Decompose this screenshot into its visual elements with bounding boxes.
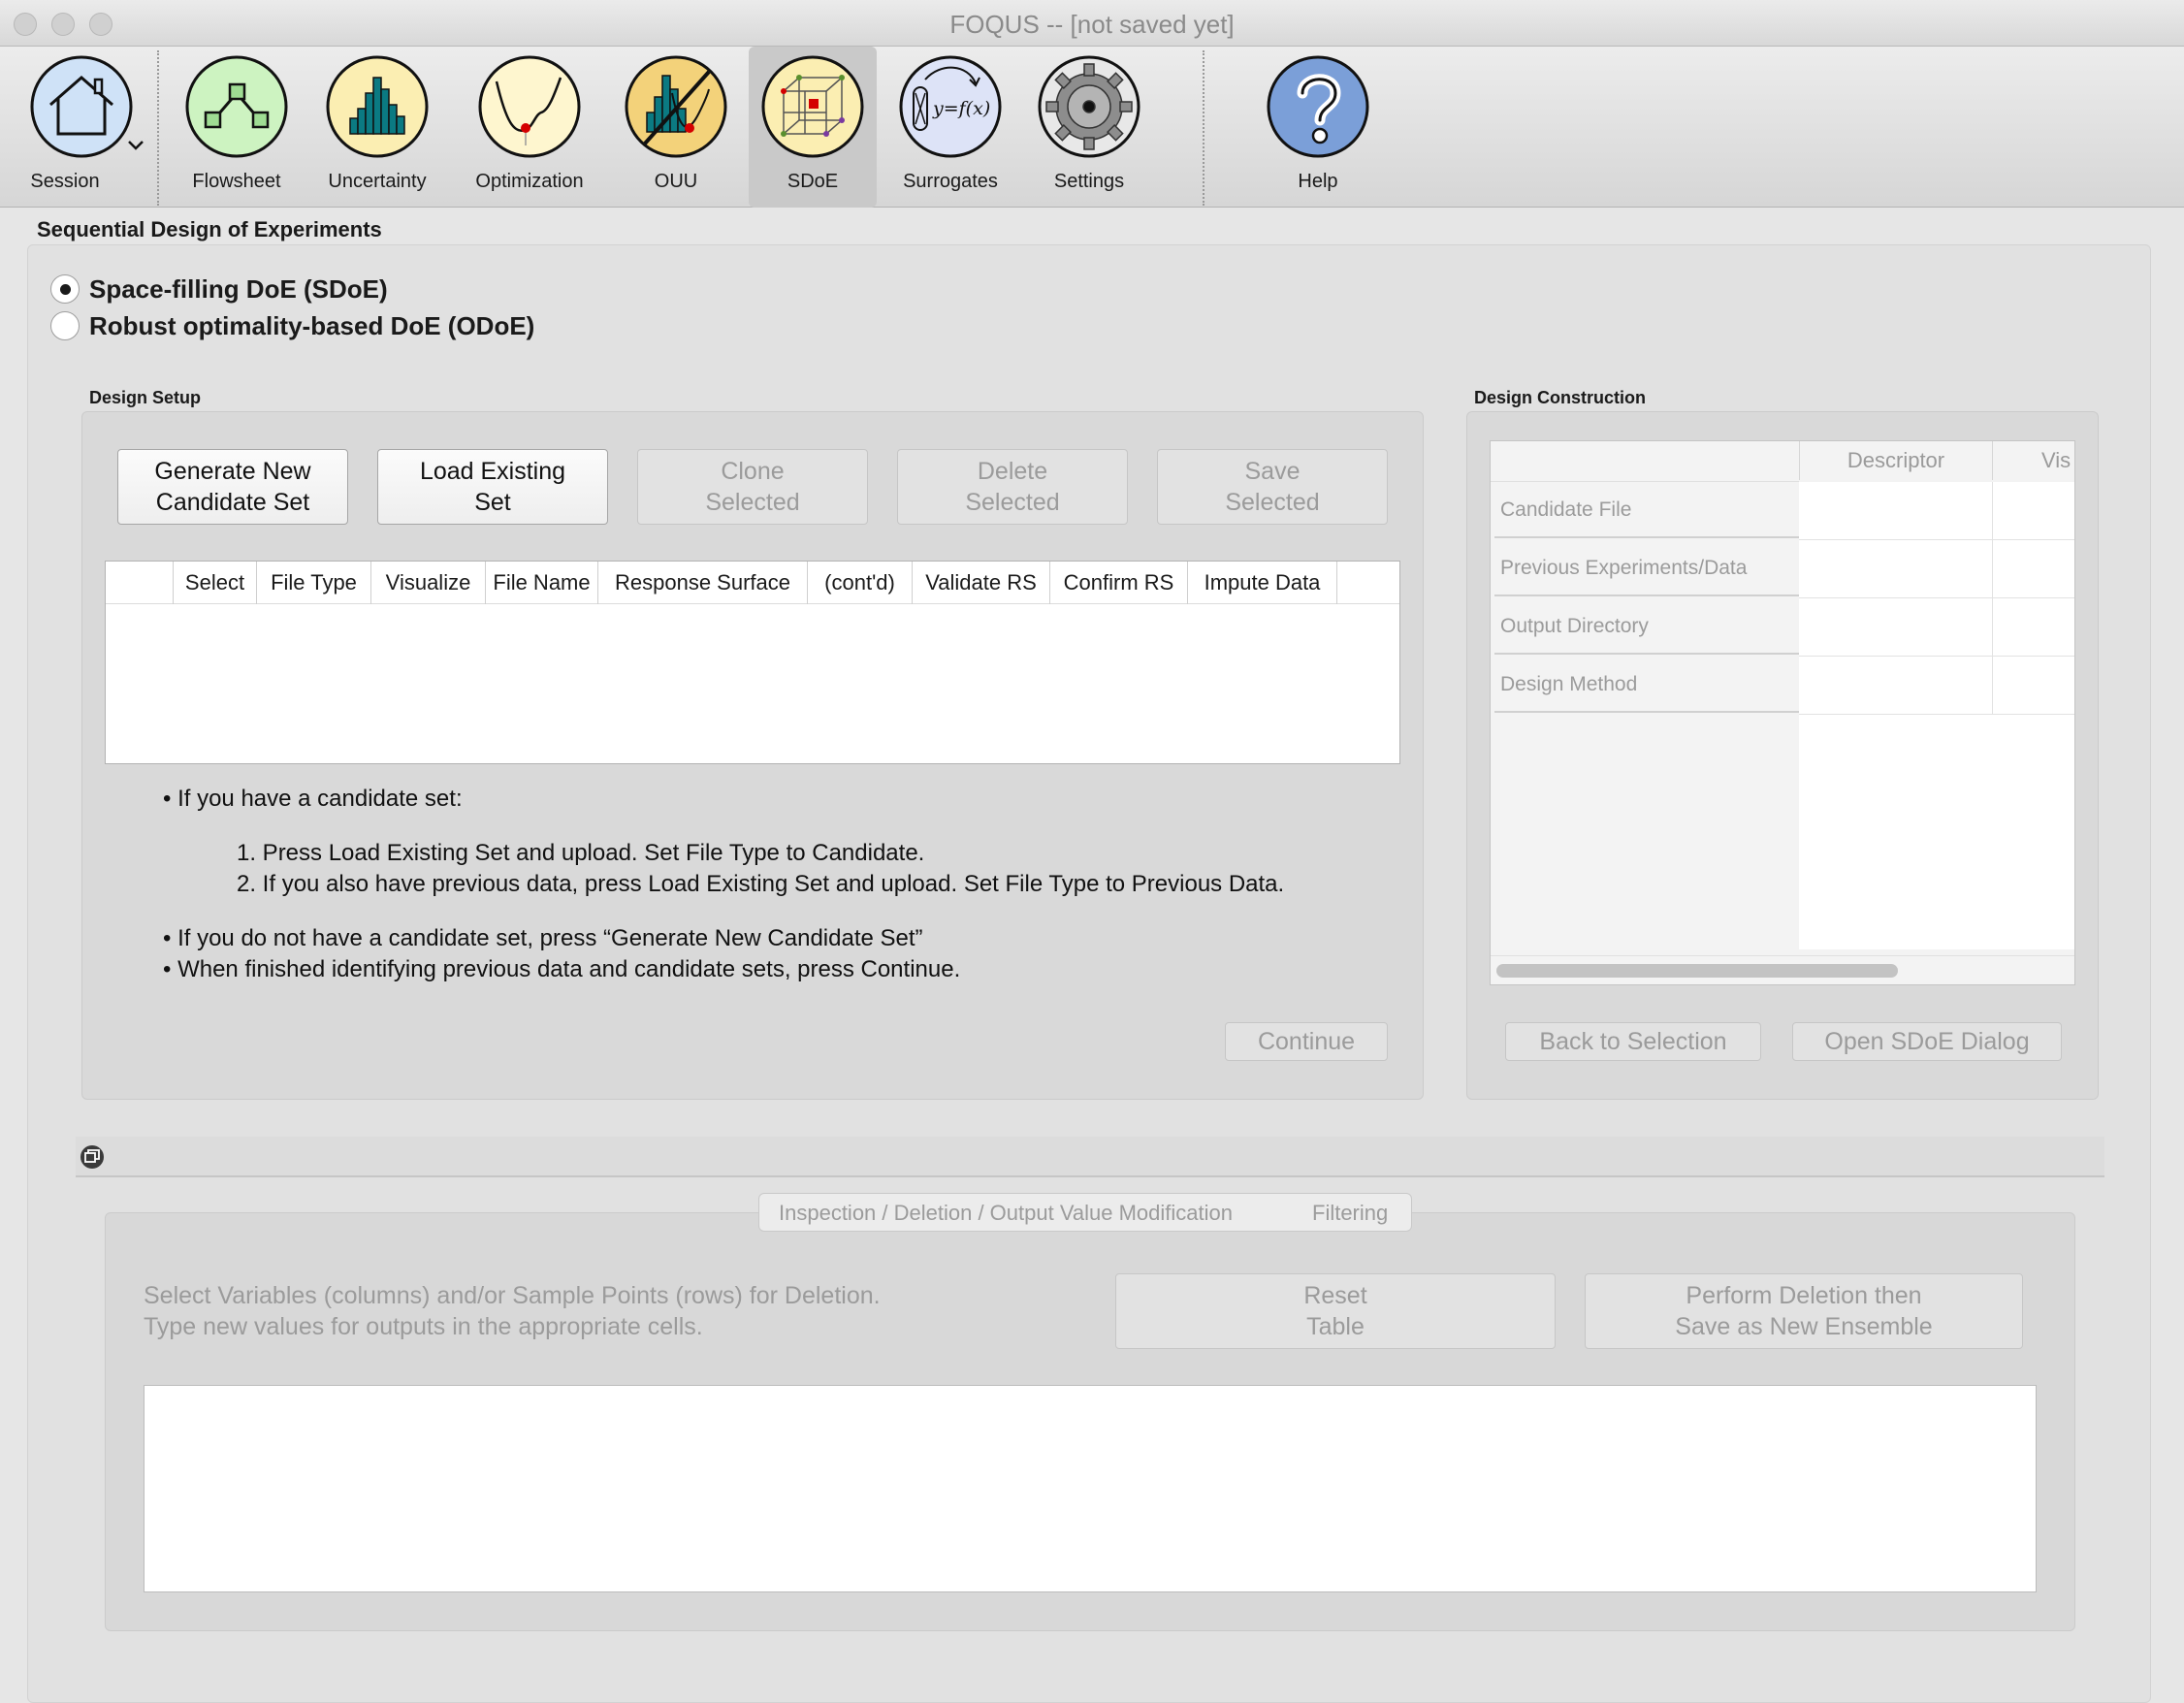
odoe-radio-label[interactable]: Robust optimality-based DoE (ODoE) xyxy=(89,311,534,341)
column-header-contd[interactable]: (cont'd) xyxy=(808,562,913,604)
odoe-radio[interactable] xyxy=(50,311,80,340)
ouu-icon xyxy=(625,55,727,158)
svg-text:y=f(x): y=f(x) xyxy=(932,98,990,119)
optimization-button[interactable]: Optimization xyxy=(466,47,594,208)
vis-cell[interactable] xyxy=(1993,482,2074,540)
descriptor-cell[interactable] xyxy=(1799,482,1993,540)
flowsheet-icon xyxy=(185,55,288,158)
settings-button[interactable]: Settings xyxy=(1032,47,1146,208)
clone-selected-button[interactable]: Clone Selected xyxy=(637,449,868,525)
tab-inspection-deletion[interactable]: Inspection / Deletion / Output Value Mod… xyxy=(779,1194,1233,1233)
surrogates-button[interactable]: y=f(x) Surrogates xyxy=(894,47,1007,208)
instruction-bullet: • If you do not have a candidate set, pr… xyxy=(163,925,923,951)
panel-splitter[interactable] xyxy=(76,1137,2104,1177)
instruction-step: 1. Press Load Existing Set and upload. S… xyxy=(237,840,925,866)
surrogate-function-icon: y=f(x) xyxy=(899,55,1002,158)
delete-selected-button[interactable]: Delete Selected xyxy=(897,449,1128,525)
undock-icon[interactable] xyxy=(80,1144,105,1170)
descriptor-cell[interactable] xyxy=(1799,540,1993,598)
vis-cell[interactable] xyxy=(1993,540,2074,598)
sdoe-radio[interactable] xyxy=(50,274,80,304)
column-header-descriptor[interactable]: Descriptor xyxy=(1799,441,1993,480)
window-title: FOQUS -- [not saved yet] xyxy=(949,10,1235,39)
column-header-response-surface[interactable]: Response Surface xyxy=(598,562,808,604)
back-to-selection-button[interactable]: Back to Selection xyxy=(1505,1022,1761,1061)
column-header-select[interactable]: Select xyxy=(174,562,257,604)
help-button[interactable]: Help xyxy=(1263,47,1373,208)
gear-icon xyxy=(1038,55,1140,158)
column-header-file-name[interactable]: File Name xyxy=(486,562,598,604)
tab-filtering[interactable]: Filtering xyxy=(1312,1194,1388,1233)
row-label-design-method: Design Method xyxy=(1494,657,1801,713)
open-sdoe-dialog-button[interactable]: Open SDoE Dialog xyxy=(1792,1022,2062,1061)
row-label-output-directory: Output Directory xyxy=(1494,598,1801,655)
perform-deletion-button[interactable]: Perform Deletion then Save as New Ensemb… xyxy=(1585,1273,2023,1349)
column-header-impute-data[interactable]: Impute Data xyxy=(1188,562,1337,604)
column-header-vis[interactable]: Vis xyxy=(1993,441,2074,480)
vis-cell[interactable] xyxy=(1993,657,2074,715)
load-existing-set-button[interactable]: Load Existing Set xyxy=(377,449,608,525)
page-title: Sequential Design of Experiments xyxy=(37,217,382,241)
help-icon xyxy=(1267,55,1369,158)
inspection-tab-bar: Inspection / Deletion / Output Value Mod… xyxy=(758,1193,1412,1232)
design-construction-title: Design Construction xyxy=(1474,388,1647,407)
row-label-candidate-file: Candidate File xyxy=(1494,482,1801,538)
files-table-header: Select File Type Visualize File Name Res… xyxy=(106,562,1399,604)
flowsheet-button[interactable]: Flowsheet xyxy=(180,47,293,208)
reset-table-button[interactable]: Reset Table xyxy=(1115,1273,1556,1349)
corner-header xyxy=(1491,441,1799,482)
scrollbar-thumb[interactable] xyxy=(1496,964,1898,978)
column-header-confirm-rs[interactable]: Confirm RS xyxy=(1050,562,1188,604)
column-header-validate-rs[interactable]: Validate RS xyxy=(913,562,1050,604)
column-header-file-type[interactable]: File Type xyxy=(257,562,371,604)
candidate-files-table[interactable]: Select File Type Visualize File Name Res… xyxy=(105,561,1400,764)
ensemble-data-table[interactable] xyxy=(144,1385,2037,1592)
descriptor-cell[interactable] xyxy=(1799,598,1993,657)
sdoe-cube-icon xyxy=(761,55,864,158)
instruction-step: 2. If you also have previous data, press… xyxy=(237,871,1285,897)
column-header-visualize[interactable]: Visualize xyxy=(371,562,486,604)
instruction-bullet: • If you have a candidate set: xyxy=(163,786,463,812)
vis-cell[interactable] xyxy=(1993,598,2074,657)
descriptor-cell[interactable] xyxy=(1799,657,1993,715)
ouu-button[interactable]: OUU xyxy=(617,47,735,208)
toolbar-separator xyxy=(1203,50,1204,206)
histogram-icon xyxy=(326,55,429,158)
table-empty-area xyxy=(1799,715,2074,949)
continue-button[interactable]: Continue xyxy=(1225,1022,1388,1061)
toolbar-separator xyxy=(157,50,159,206)
column-header[interactable] xyxy=(106,562,174,604)
generate-candidate-set-button[interactable]: Generate New Candidate Set xyxy=(117,449,348,525)
optimization-curve-icon xyxy=(478,55,581,158)
deletion-instruction: Select Variables (columns) and/or Sample… xyxy=(144,1282,881,1309)
instruction-bullet: • When finished identifying previous dat… xyxy=(163,956,961,982)
session-button[interactable]: Session xyxy=(14,47,133,208)
title-bar: FOQUS -- [not saved yet] xyxy=(0,0,2184,47)
uncertainty-button[interactable]: Uncertainty xyxy=(316,47,438,208)
sdoe-button[interactable]: SDoE xyxy=(749,47,877,208)
horizontal-scrollbar[interactable] xyxy=(1491,955,2074,984)
design-construction-table[interactable]: Descriptor Vis Candidate File Previous E… xyxy=(1490,440,2075,985)
home-icon xyxy=(30,55,133,158)
chevron-down-icon[interactable] xyxy=(126,138,145,153)
row-label-previous-experiments: Previous Experiments/Data xyxy=(1494,540,1801,596)
design-setup-title: Design Setup xyxy=(89,388,202,407)
main-toolbar: Session Flowsheet Uncertainty Optimizati… xyxy=(0,47,2184,208)
sdoe-radio-label[interactable]: Space-filling DoE (SDoE) xyxy=(89,274,388,305)
save-selected-button[interactable]: Save Selected xyxy=(1157,449,1388,525)
output-edit-instruction: Type new values for outputs in the appro… xyxy=(144,1313,703,1340)
